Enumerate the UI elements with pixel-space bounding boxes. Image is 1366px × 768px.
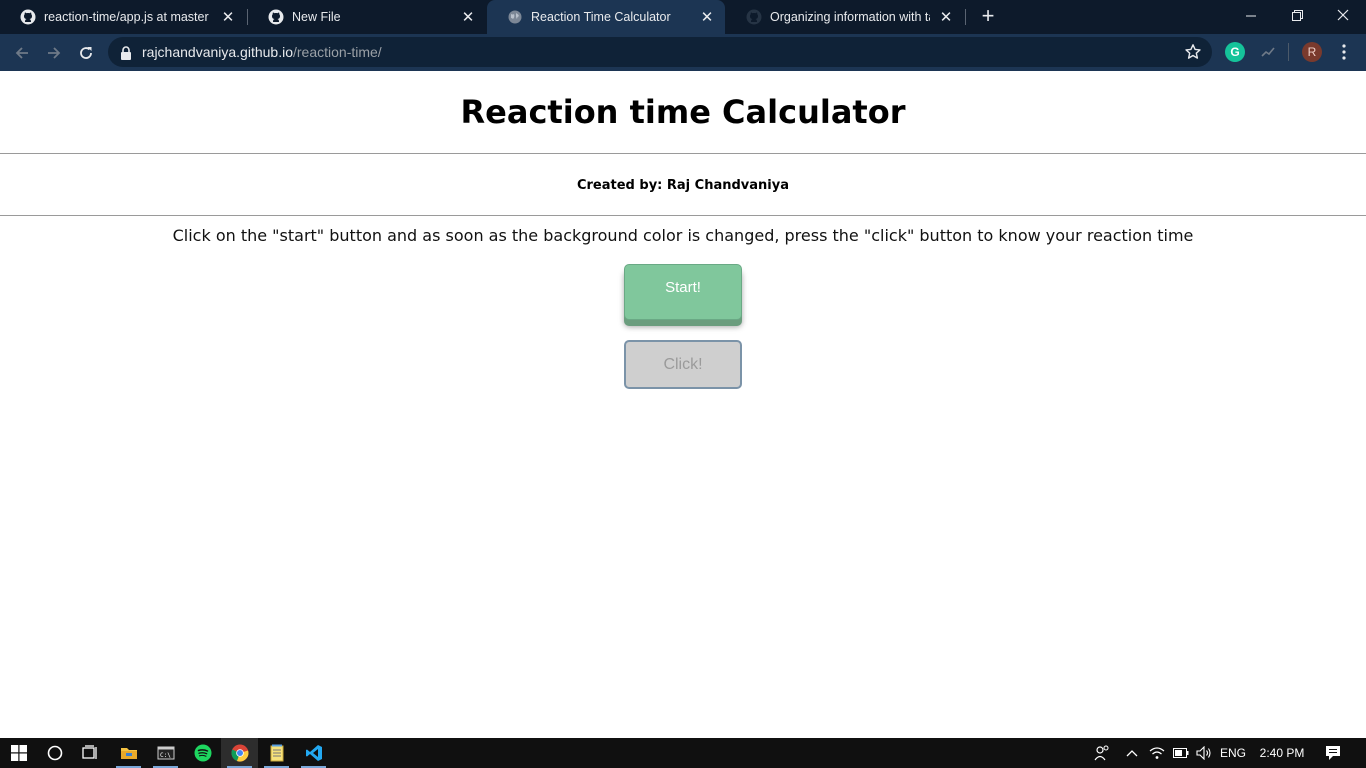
page-content: Reaction time Calculator Created by: Raj… <box>0 71 1366 738</box>
tab-organizing-info[interactable]: Organizing information with tabl ✕ <box>726 0 964 34</box>
globe-icon <box>507 9 523 25</box>
bookmark-star-icon[interactable] <box>1184 43 1202 65</box>
people-icon[interactable] <box>1090 738 1114 768</box>
divider <box>0 215 1366 216</box>
notepad-icon[interactable] <box>258 738 295 768</box>
restore-icon[interactable] <box>1274 0 1320 30</box>
windows-taskbar: C:\ ENG 2:40 PM <box>0 738 1366 768</box>
command-prompt-icon[interactable]: C:\ <box>147 738 184 768</box>
back-arrow-icon[interactable] <box>9 40 35 66</box>
close-tab-icon[interactable]: ✕ <box>936 7 956 27</box>
github-icon <box>746 9 762 25</box>
tab-app-js[interactable]: reaction-time/app.js at master · r ✕ <box>0 0 246 34</box>
chrome-taskbar-icon[interactable] <box>221 738 258 768</box>
lock-icon[interactable] <box>120 45 132 64</box>
taskbar-clock[interactable]: 2:40 PM <box>1252 738 1312 768</box>
chrome-menu-icon[interactable] <box>1334 42 1354 62</box>
tab-title: Organizing information with tabl <box>770 10 930 24</box>
close-window-icon[interactable] <box>1320 0 1366 30</box>
file-explorer-icon[interactable] <box>110 738 147 768</box>
github-icon <box>20 9 36 25</box>
tab-title: New File <box>292 10 341 24</box>
tab-strip: reaction-time/app.js at master · r ✕ New… <box>0 0 1366 34</box>
instructions-text: Click on the "start" button and as soon … <box>172 226 1194 245</box>
click-button-label: Click! <box>663 355 703 373</box>
task-view-icon[interactable] <box>72 738 109 768</box>
svg-text:C:\: C:\ <box>160 752 171 759</box>
reload-icon[interactable] <box>73 40 99 66</box>
tab-reaction-time[interactable]: Reaction Time Calculator ✕ <box>487 0 725 34</box>
start-button-label: Start! <box>665 278 701 296</box>
chevron-up-icon[interactable] <box>1122 738 1142 768</box>
battery-icon[interactable] <box>1170 738 1192 768</box>
spotify-icon[interactable] <box>184 738 221 768</box>
divider <box>0 153 1366 154</box>
toolbar-divider <box>1288 43 1289 61</box>
close-tab-icon[interactable]: ✕ <box>218 7 238 27</box>
tab-new-file[interactable]: New File ✕ <box>248 0 486 34</box>
close-tab-icon[interactable]: ✕ <box>697 7 717 27</box>
tab-separator <box>965 9 966 25</box>
grammarly-extension-icon[interactable]: G <box>1225 42 1245 62</box>
url-path: /reaction-time/ <box>293 44 382 60</box>
windows-start-icon[interactable] <box>0 738 37 768</box>
language-indicator[interactable]: ENG <box>1216 738 1250 768</box>
url-text: rajchandvaniya.github.io/reaction-time/ <box>142 44 382 60</box>
address-bar[interactable]: rajchandvaniya.github.io/reaction-time/ <box>108 37 1212 67</box>
forward-arrow-icon[interactable] <box>41 40 67 66</box>
author-credit: Created by: Raj Chandvaniya <box>576 178 789 193</box>
volume-icon[interactable] <box>1193 738 1215 768</box>
tab-title: reaction-time/app.js at master · r <box>44 10 212 24</box>
minimize-icon[interactable] <box>1228 0 1274 30</box>
wifi-icon[interactable] <box>1146 738 1168 768</box>
browser-toolbar: rajchandvaniya.github.io/reaction-time/ … <box>0 34 1366 71</box>
page-title: Reaction time Calculator <box>460 93 906 131</box>
url-host: rajchandvaniya.github.io <box>142 44 293 60</box>
extension-icon[interactable] <box>1258 42 1278 62</box>
tab-title: Reaction Time Calculator <box>531 10 671 24</box>
profile-avatar[interactable]: R <box>1302 42 1322 62</box>
click-button[interactable]: Click! <box>624 340 742 389</box>
close-tab-icon[interactable]: ✕ <box>458 7 478 27</box>
start-button[interactable]: Start! <box>624 264 742 320</box>
vscode-icon[interactable] <box>295 738 332 768</box>
github-icon <box>268 9 284 25</box>
search-circle-icon[interactable] <box>36 738 73 768</box>
new-tab-button[interactable]: + <box>976 5 1000 29</box>
notifications-icon[interactable] <box>1318 738 1348 768</box>
